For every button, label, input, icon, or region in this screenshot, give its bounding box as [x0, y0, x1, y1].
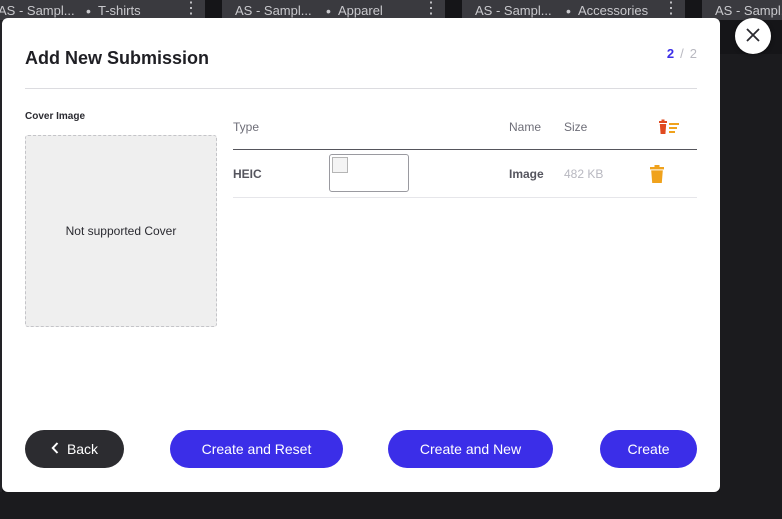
card-title: AS - Sampl...: [715, 3, 782, 18]
background-panel-bottom: [0, 492, 782, 519]
card-category: Accessories: [578, 3, 649, 18]
column-header-size: Size: [564, 120, 588, 134]
close-icon: [746, 27, 760, 46]
back-button[interactable]: Back: [25, 430, 124, 468]
background-card[interactable]: AS - Sampl... • T-shirts ⋮: [0, 0, 205, 20]
file-size-cell: 482 KB: [564, 167, 604, 181]
card-title: AS - Sampl...: [235, 3, 312, 18]
step-separator: /: [680, 46, 684, 61]
card-category: T-shirts: [98, 3, 141, 18]
table-header-divider: [233, 149, 697, 150]
step-total: 2: [689, 46, 697, 61]
separator-dot: •: [86, 3, 91, 19]
kebab-menu-icon[interactable]: ⋮: [423, 0, 439, 20]
separator-dot: •: [566, 3, 571, 19]
chevron-left-icon: [51, 441, 59, 457]
background-card[interactable]: AS - Sampl... • Accessories ⋮: [462, 0, 685, 20]
background-card[interactable]: AS - Sampl...: [702, 0, 782, 20]
file-type-cell: HEIC: [233, 167, 262, 181]
table-row-divider: [233, 197, 697, 198]
card-title: AS - Sampl...: [0, 3, 75, 18]
kebab-menu-icon[interactable]: ⋮: [183, 0, 199, 20]
step-indicator: 2 / 2: [667, 46, 697, 61]
background-panel-right: [720, 54, 782, 519]
card-title: AS - Sampl...: [475, 3, 552, 18]
create-button[interactable]: Create: [600, 430, 697, 468]
header-divider: [25, 88, 697, 89]
trash-icon[interactable]: [650, 165, 664, 183]
add-submission-modal: Add New Submission 2 / 2 Cover Image Not s…: [2, 18, 720, 492]
create-and-reset-button[interactable]: Create and Reset: [170, 430, 343, 468]
cover-image-dropzone[interactable]: Not supported Cover: [25, 135, 217, 327]
close-modal-button[interactable]: [735, 18, 771, 54]
background-card[interactable]: AS - Sampl... • Apparel ⋮: [222, 0, 445, 20]
cover-placeholder-text: Not supported Cover: [65, 224, 177, 238]
create-and-new-button[interactable]: Create and New: [388, 430, 553, 468]
modal-title: Add New Submission: [25, 48, 210, 68]
column-header-type: Type: [233, 120, 260, 134]
separator-dot: •: [326, 3, 331, 19]
column-header-name: Name: [509, 120, 542, 134]
kebab-menu-icon[interactable]: ⋮: [663, 0, 679, 20]
back-label: Back: [66, 441, 99, 457]
file-name-cell: Image: [509, 167, 544, 181]
step-current: 2: [666, 46, 675, 61]
cover-image-label: Cover Image: [25, 111, 86, 122]
file-thumbnail: [329, 154, 409, 192]
card-category: Apparel: [338, 3, 383, 18]
delete-all-icon[interactable]: [658, 119, 680, 135]
